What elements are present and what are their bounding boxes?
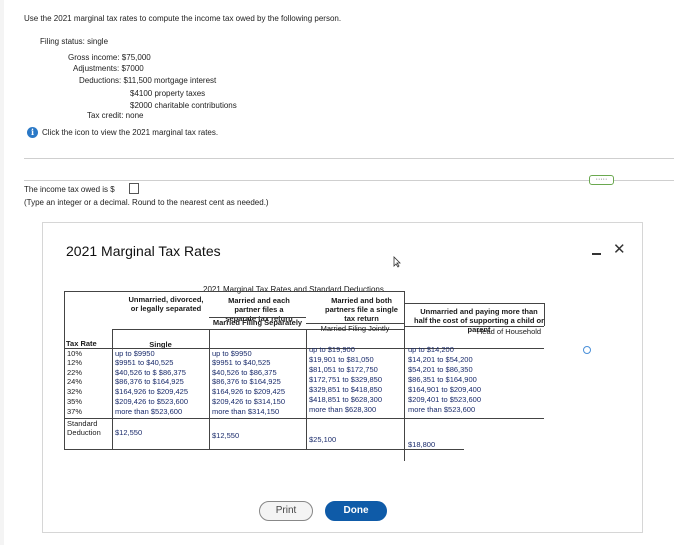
- mfs-cell: $209,426 to $314,150: [212, 397, 285, 406]
- gross-income: Gross income: $75,000: [68, 53, 151, 62]
- table-line: [64, 291, 65, 449]
- tax-table: 2021 Marginal Tax Rates and Standard Ded…: [64, 261, 604, 471]
- table-line: [544, 303, 545, 326]
- rate-cell: 10%: [67, 349, 83, 358]
- table-title: 2021 Marginal Tax Rates and Standard Ded…: [203, 285, 384, 294]
- table-line: [404, 303, 544, 304]
- rate-cell: 37%: [67, 407, 83, 416]
- mfs-cell: up to $9950: [212, 349, 252, 358]
- question-prompt: Use the 2021 marginal tax rates to compu…: [24, 14, 342, 23]
- rate-cell: 12%: [67, 358, 83, 367]
- print-button[interactable]: Print: [259, 501, 313, 521]
- table-line: [64, 291, 404, 292]
- mfj-cell: $172,751 to $329,850: [309, 375, 382, 384]
- info-link: Click the icon to view the 2021 marginal…: [42, 128, 219, 137]
- single-cell: $209,426 to $523,600: [115, 397, 188, 406]
- deduction-2: $4100 property taxes: [130, 89, 206, 98]
- single-cell: $86,376 to $164,925: [115, 377, 184, 386]
- deductions: Deductions: $11,500 mortgage interest: [79, 76, 217, 85]
- mfs-cell: $164,926 to $209,425: [212, 387, 285, 396]
- answer-input[interactable]: [129, 183, 139, 194]
- table-line: [112, 329, 113, 449]
- std-hoh: $18,800: [408, 440, 436, 449]
- dialog-title: 2021 Marginal Tax Rates: [66, 243, 221, 259]
- mfj-cell: $329,851 to $418,850: [309, 385, 382, 394]
- header-mfj: Married Filing Jointly: [320, 324, 390, 333]
- std-mfj: $25,100: [309, 435, 337, 444]
- table-line: [64, 418, 544, 419]
- header-single-group: Unmarried, divorced, or legally separate…: [128, 295, 204, 313]
- tax-rates-dialog: 2021 Marginal Tax Rates ✕ 2021 Marginal …: [42, 222, 643, 533]
- close-icon[interactable]: ✕: [613, 242, 626, 257]
- rate-cell: 32%: [67, 387, 83, 396]
- header-hoh: Head of Household: [476, 327, 542, 336]
- deduction-label: Deduction: [67, 428, 101, 437]
- deduction-3: $2000 charitable contributions: [130, 101, 237, 110]
- settings-icon[interactable]: [583, 346, 591, 354]
- mfj-cell: $418,851 to $628,300: [309, 395, 382, 404]
- hoh-cell: $209,401 to $523,600: [408, 395, 481, 404]
- filing-status: Filing status: single: [40, 37, 109, 46]
- divider: [24, 158, 674, 159]
- single-cell: $40,526 to $ $86,375: [115, 368, 186, 377]
- hoh-cell: up to $14,200: [408, 345, 454, 354]
- table-line: [306, 329, 307, 449]
- table-line: [404, 291, 405, 461]
- mfs-cell: $9951 to $40,525: [212, 358, 271, 367]
- hoh-cell: $14,201 to $54,200: [408, 355, 473, 364]
- single-cell: more than $523,600: [115, 407, 183, 416]
- single-cell: $164,926 to $209,425: [115, 387, 188, 396]
- single-cell: up to $9950: [115, 349, 155, 358]
- rate-cell: 24%: [67, 377, 83, 386]
- rate-cell: 35%: [67, 397, 83, 406]
- minimize-icon[interactable]: [592, 253, 601, 255]
- header-mfs: Married Filing Separately: [212, 318, 303, 327]
- divider-more-right: [614, 180, 674, 181]
- mfj-cell: up to $19,900: [309, 345, 355, 354]
- standard-label: Standard: [67, 419, 98, 428]
- header-mfj-group: Married and both partners file a single …: [325, 296, 398, 323]
- hoh-cell: $86,351 to $164,900: [408, 375, 477, 384]
- std-mfs: $12,550: [212, 431, 240, 440]
- mfs-cell: $86,376 to $164,925: [212, 377, 281, 386]
- std-single: $12,550: [115, 428, 143, 437]
- hoh-cell: $164,901 to $209,400: [408, 385, 481, 394]
- mfj-cell: $81,051 to $172,750: [309, 365, 378, 374]
- mfs-cell: $40,526 to $86,375: [212, 368, 277, 377]
- table-line: [209, 329, 210, 449]
- header-tax-rate: Tax Rate: [66, 339, 97, 348]
- mfj-cell: more than $628,300: [309, 405, 377, 414]
- answer-hint: (Type an integer or a decimal. Round to …: [24, 198, 269, 207]
- hoh-cell: $54,201 to $86,350: [408, 365, 473, 374]
- single-cell: $9951 to $40,525: [115, 358, 174, 367]
- hoh-cell: more than $523,600: [408, 405, 476, 414]
- header-single: Single: [149, 340, 172, 349]
- info-icon[interactable]: i: [27, 127, 38, 138]
- more-button[interactable]: ·····: [589, 175, 614, 185]
- left-edge: [0, 0, 4, 545]
- done-button[interactable]: Done: [325, 501, 387, 521]
- mfs-cell: more than $314,150: [212, 407, 280, 416]
- adjustments: Adjustments: $7000: [73, 64, 144, 73]
- rate-cell: 22%: [67, 368, 83, 377]
- answer-label: The income tax owed is $: [24, 185, 115, 194]
- tax-credit: Tax credit: none: [87, 111, 144, 120]
- mfj-cell: $19,901 to $81,050: [309, 355, 374, 364]
- divider-more: [24, 180, 589, 181]
